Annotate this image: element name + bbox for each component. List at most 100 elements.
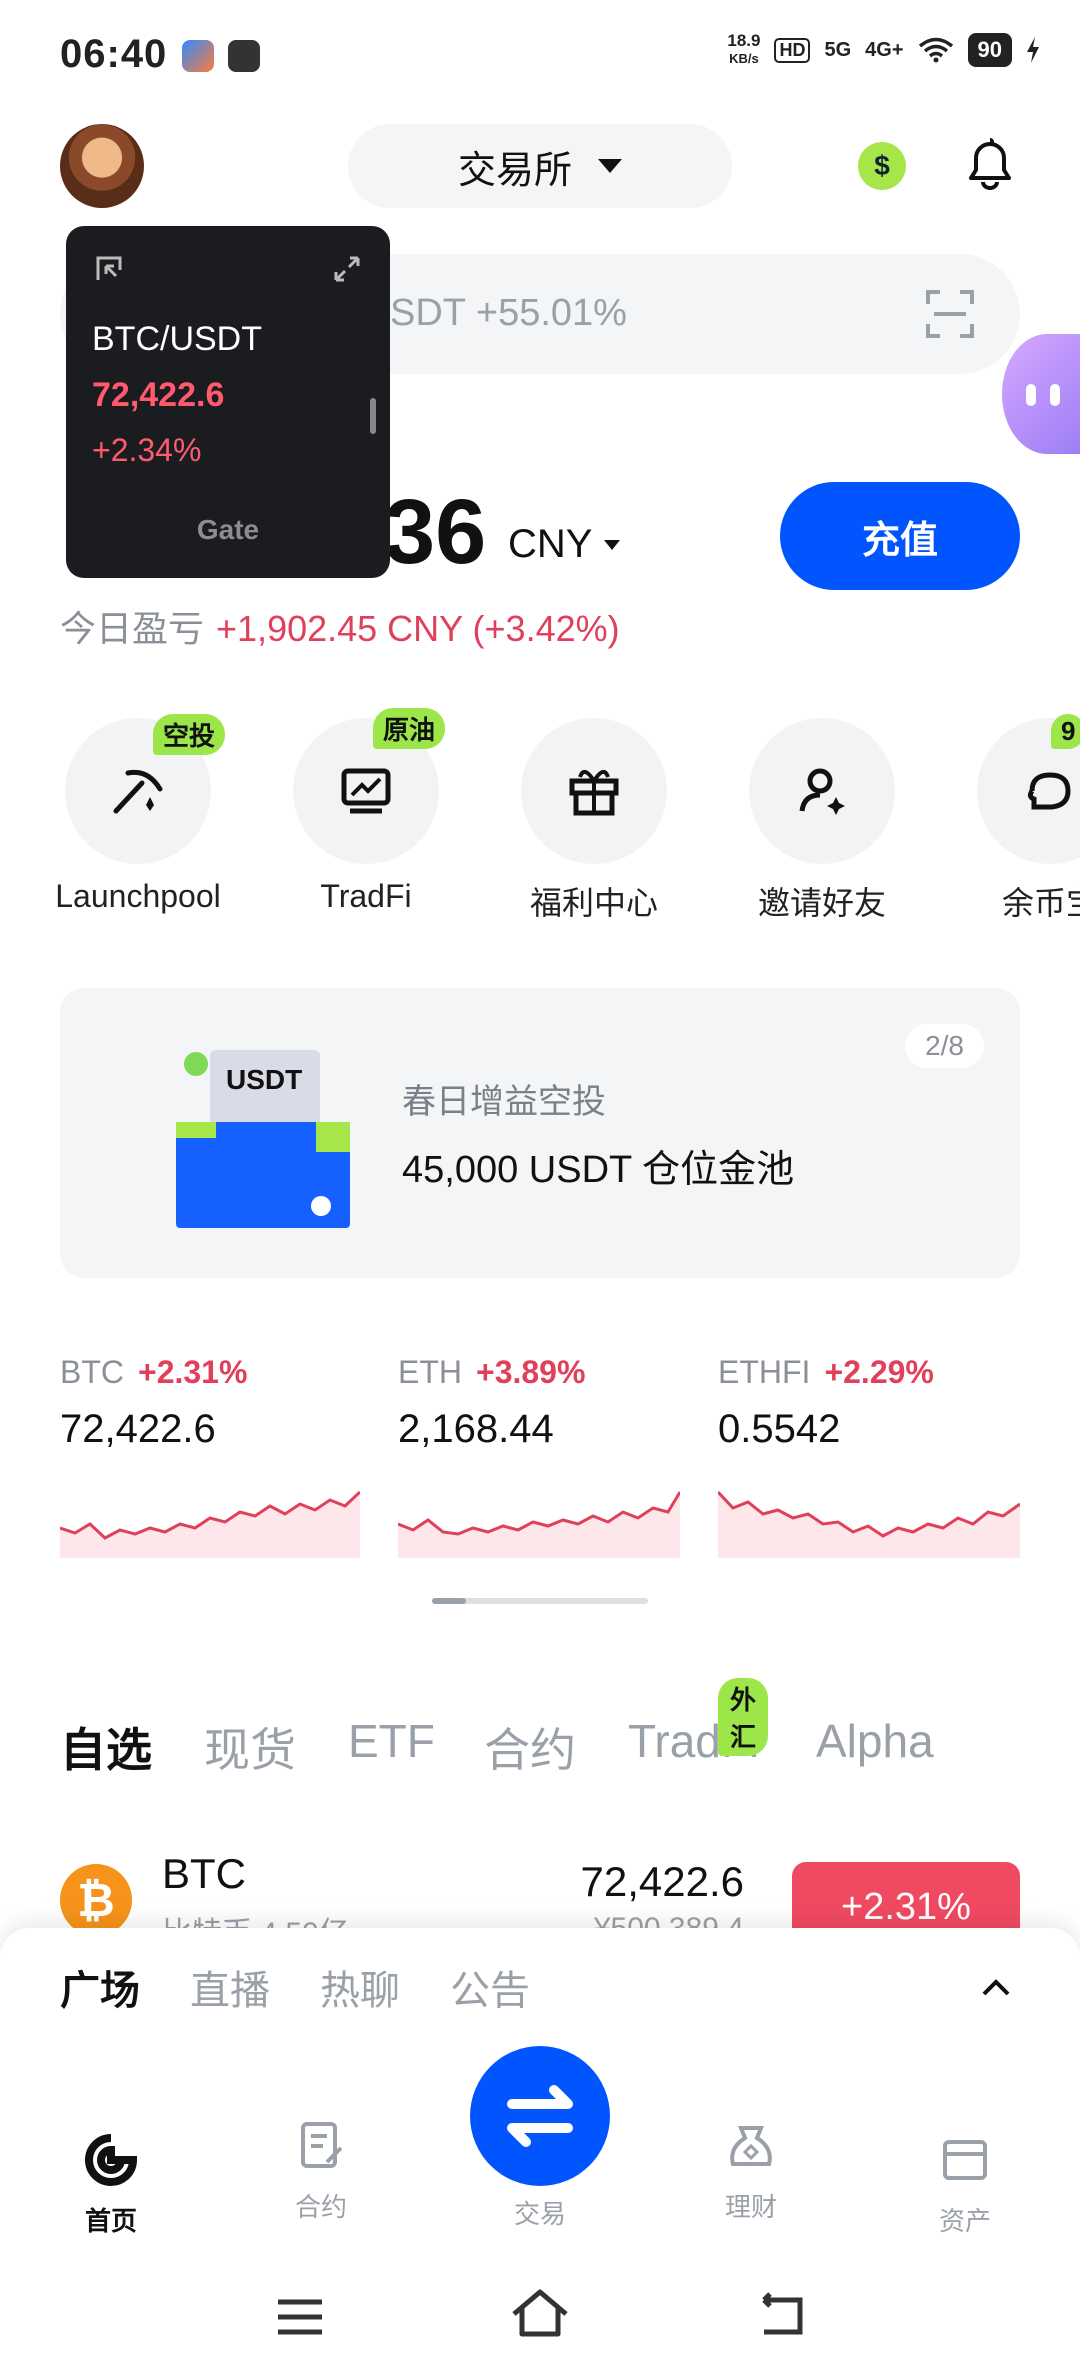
- tab-futures[interactable]: 合约: [484, 1714, 576, 1780]
- deposit-button[interactable]: 充值: [780, 482, 1020, 590]
- monitor-chart-icon: [341, 768, 391, 814]
- sheet-tab-chat[interactable]: 热聊: [320, 1958, 400, 2016]
- sheet-tab-square[interactable]: 广场: [60, 1958, 140, 2016]
- status-bar: 06:40 18.9 KB/s HD 5G 4G+ 90: [0, 0, 1080, 110]
- shortcut-badge: 空投: [152, 714, 225, 755]
- gallery-notification-icon: [228, 40, 260, 72]
- nav-earn[interactable]: 理财: [676, 2104, 826, 2224]
- sparkline-ethfi: [718, 1490, 1020, 1558]
- menu-icon[interactable]: [276, 2298, 324, 2336]
- nav-label: 理财: [724, 2192, 777, 2222]
- widget-scrollbar[interactable]: [370, 398, 376, 434]
- wallet-icon: [943, 2140, 987, 2180]
- shortcut-row: 空投 Launchpool 原油 TradFi 福利中心 邀请好友 9 余币宝: [0, 708, 1080, 921]
- contract-icon: [301, 2122, 343, 2168]
- speed-unit: KB/s: [729, 51, 759, 66]
- bitcoin-icon: ₿: [60, 1864, 132, 1936]
- tab-etf[interactable]: ETF: [348, 1714, 435, 1768]
- status-app-icons: [182, 40, 260, 72]
- shortcut-savings[interactable]: 9 余币宝: [950, 714, 1080, 924]
- tab-alpha[interactable]: Alpha: [816, 1714, 934, 1768]
- tab-spot[interactable]: 现货: [204, 1714, 296, 1780]
- home-icon[interactable]: [510, 2288, 570, 2338]
- piggy-bank-icon: [1027, 772, 1071, 810]
- market-card-eth[interactable]: ETH +3.89% 2,168.44: [398, 1354, 708, 1558]
- market-tabs: 自选 现货 ETF 合约 TradFi 外汇 Alpha: [60, 1678, 1020, 1780]
- nav-label: 资产: [938, 2206, 991, 2236]
- expand-icon[interactable]: [332, 254, 362, 284]
- market-card-btc[interactable]: BTC +2.31% 72,422.6: [60, 1354, 370, 1558]
- pnl-value: +1,902.45 CNY (+3.42%): [216, 608, 620, 649]
- gate-brand-text: Gate: [196, 514, 260, 545]
- pnl-label: 今日盈亏: [60, 608, 205, 649]
- shortcut-label: 邀请好友: [757, 885, 886, 921]
- shortcut-tradfi[interactable]: 原油 TradFi: [266, 708, 466, 915]
- nav-assets[interactable]: 资产: [890, 2118, 1040, 2238]
- sparkline-btc: [60, 1490, 360, 1558]
- dollar-coin-icon[interactable]: $: [858, 142, 906, 190]
- tab-tradfi[interactable]: TradFi 外汇: [628, 1678, 769, 1768]
- shortcut-badge: 9: [1051, 714, 1080, 749]
- floating-ticker-widget[interactable]: BTC/USDT 72,422.6 +2.34% Gate: [66, 226, 390, 578]
- charging-icon: [1027, 37, 1039, 63]
- gate-logo: Gate: [66, 514, 390, 546]
- shortcut-label: Launchpool: [55, 878, 221, 914]
- wifi-icon: [918, 37, 953, 63]
- market-change: +3.89%: [476, 1354, 586, 1390]
- shortcut-label: TradFi: [320, 878, 412, 914]
- shortcut-label: 余币宝: [1001, 885, 1080, 921]
- nav-label: 首页: [84, 2206, 137, 2236]
- tab-badge: 外汇: [718, 1678, 769, 1756]
- row-price: 72,422.6: [580, 1858, 745, 1905]
- status-time: 06:40: [60, 32, 168, 76]
- shortcut-benefits[interactable]: 福利中心: [494, 718, 694, 924]
- promo-banner[interactable]: USDT 春日增益空投 45,000 USDT 仓位金池 2/8: [60, 988, 1020, 1278]
- shortcut-circle: 空投: [65, 714, 225, 864]
- scan-icon[interactable]: [920, 284, 980, 344]
- assistant-bot-icon[interactable]: [1002, 334, 1080, 454]
- nav-futures[interactable]: 合约: [246, 2104, 396, 2224]
- market-price: 0.5542: [718, 1407, 841, 1451]
- money-bag-icon: [730, 2126, 772, 2166]
- sheet-tab-live[interactable]: 直播: [190, 1958, 270, 2016]
- banner-title: 45,000 USDT 仓位金池: [402, 1149, 795, 1191]
- minimize-icon[interactable]: [94, 254, 124, 284]
- widget-price: 72,422.6: [92, 376, 225, 414]
- shortcut-circle: 9: [977, 714, 1080, 864]
- exchange-switcher[interactable]: 交易所: [348, 124, 732, 208]
- shortcut-circle: [521, 718, 667, 864]
- market-symbol: ETH: [398, 1354, 462, 1390]
- balance-amount: 36: [384, 481, 487, 583]
- tab-watchlist[interactable]: 自选: [60, 1714, 152, 1780]
- nav-home[interactable]: 首页: [36, 2118, 186, 2238]
- market-card-ethfi[interactable]: ETHFI +2.29% 0.5542: [718, 1354, 1028, 1558]
- banner-art-text: USDT: [226, 1064, 303, 1095]
- signal-5g-icon: 5G: [824, 38, 852, 61]
- trade-button[interactable]: [470, 2046, 610, 2186]
- market-change: +2.29%: [824, 1354, 934, 1390]
- avatar[interactable]: [60, 124, 144, 208]
- widget-pair: BTC/USDT: [92, 320, 262, 358]
- hd-label: HD: [774, 37, 811, 63]
- currency-caret-icon[interactable]: [604, 540, 620, 550]
- sheet-tabs: 广场 直播 热聊 公告: [60, 1958, 530, 2016]
- network-speed: 18.9 KB/s: [727, 32, 760, 68]
- row-symbol: BTC: [162, 1850, 246, 1897]
- balance-currency[interactable]: CNY: [508, 522, 592, 567]
- market-price: 2,168.44: [398, 1407, 554, 1451]
- battery-icon: 90: [967, 33, 1012, 67]
- sparkline-eth: [398, 1491, 680, 1558]
- shortcut-invite[interactable]: 邀请好友: [722, 718, 922, 924]
- market-symbol: ETHFI: [718, 1354, 811, 1390]
- market-symbol: BTC: [60, 1354, 124, 1390]
- chevron-up-icon[interactable]: [982, 1978, 1010, 1996]
- market-carousel-indicator: [432, 1598, 648, 1604]
- widget-change: +2.34%: [92, 432, 202, 468]
- bell-icon[interactable]: [964, 136, 1016, 192]
- shortcut-launchpool[interactable]: 空投 Launchpool: [38, 714, 238, 915]
- back-icon[interactable]: [756, 2292, 806, 2338]
- carousel-thumb: [432, 1598, 466, 1604]
- sheet-tab-announcements[interactable]: 公告: [450, 1958, 530, 2016]
- nav-label: 合约: [294, 2192, 347, 2222]
- system-nav-bar: [0, 2276, 1080, 2356]
